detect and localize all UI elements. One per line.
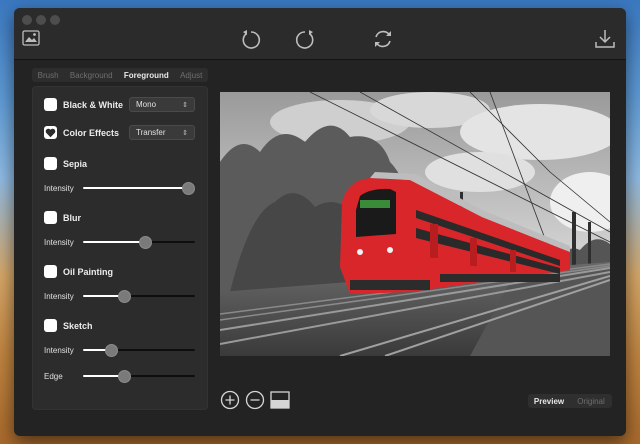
color-effects-checkbox[interactable] (44, 126, 57, 139)
black-white-mode-value: Mono (136, 100, 157, 109)
chevron-updown-icon: ⇕ (182, 101, 188, 109)
sepia-option[interactable]: Sepia (44, 157, 87, 170)
blur-label: Blur (63, 212, 81, 223)
view-mode-toggle: Preview Original (528, 394, 612, 408)
effects-panel: Black & White Mono ⇕ Color Effects Trans… (32, 86, 208, 410)
toolbar (14, 8, 626, 60)
blur-checkbox[interactable] (44, 211, 57, 224)
blur-option[interactable]: Blur (44, 211, 81, 224)
refresh-icon[interactable] (372, 28, 394, 50)
tab-brush[interactable]: Brush (38, 71, 59, 80)
sepia-label: Sepia (63, 158, 88, 169)
tab-adjust[interactable]: Adjust (180, 71, 202, 80)
blur-intensity-slider[interactable] (83, 235, 195, 249)
zoom-in-icon[interactable] (220, 390, 240, 410)
sketch-intensity-slider[interactable] (83, 343, 195, 357)
image-canvas[interactable] (220, 92, 610, 356)
slider-thumb[interactable] (117, 289, 131, 303)
black-white-checkbox[interactable] (44, 98, 57, 111)
sepia-intensity-slider[interactable] (83, 181, 195, 195)
oil-painting-intensity-label: Intensity (44, 292, 74, 301)
zoom-window-button[interactable] (50, 15, 60, 25)
sepia-checkbox[interactable] (44, 157, 57, 170)
oil-painting-option[interactable]: Oil Painting (44, 265, 113, 278)
minimize-window-button[interactable] (36, 15, 46, 25)
zoom-out-icon[interactable] (245, 390, 265, 410)
color-effects-mode-value: Transfer (136, 128, 166, 137)
color-effects-label: Color Effects (63, 127, 120, 138)
sketch-intensity-label: Intensity (44, 346, 74, 355)
black-white-mode-select[interactable]: Mono ⇕ (129, 97, 195, 112)
split-view-icon[interactable] (270, 391, 290, 409)
undo-icon[interactable] (240, 28, 262, 50)
slider-fill (83, 187, 189, 189)
redo-icon[interactable] (294, 28, 316, 50)
tab-background[interactable]: Background (70, 71, 113, 80)
sketch-option[interactable]: Sketch (44, 319, 93, 332)
oil-painting-checkbox[interactable] (44, 265, 57, 278)
slider-thumb[interactable] (104, 343, 118, 357)
app-window: Brush Background Foreground Adjust Black… (14, 8, 626, 436)
sepia-intensity-label: Intensity (44, 184, 74, 193)
color-effects-option[interactable]: Color Effects (44, 126, 119, 139)
effect-tabs: Brush Background Foreground Adjust (32, 68, 208, 82)
original-button[interactable]: Original (570, 397, 612, 406)
slider-thumb[interactable] (139, 235, 153, 249)
blur-intensity-label: Intensity (44, 238, 74, 247)
download-icon[interactable] (594, 28, 616, 50)
image-icon[interactable] (22, 30, 40, 46)
heart-icon (45, 128, 56, 137)
sketch-edge-slider[interactable] (83, 369, 195, 383)
slider-fill (83, 241, 146, 243)
sketch-checkbox[interactable] (44, 319, 57, 332)
preview-button[interactable]: Preview (528, 397, 570, 406)
sketch-label: Sketch (63, 320, 93, 331)
black-white-option[interactable]: Black & White (44, 98, 123, 111)
slider-thumb[interactable] (117, 369, 131, 383)
close-window-button[interactable] (22, 15, 32, 25)
slider-thumb[interactable] (182, 181, 195, 195)
tab-foreground[interactable]: Foreground (124, 71, 169, 80)
black-white-label: Black & White (63, 99, 124, 110)
sketch-edge-label: Edge (44, 372, 63, 381)
train-photo (220, 92, 610, 356)
color-effects-mode-select[interactable]: Transfer ⇕ (129, 125, 195, 140)
oil-painting-intensity-slider[interactable] (83, 289, 195, 303)
oil-painting-label: Oil Painting (63, 266, 114, 277)
chevron-updown-icon: ⇕ (182, 129, 188, 137)
